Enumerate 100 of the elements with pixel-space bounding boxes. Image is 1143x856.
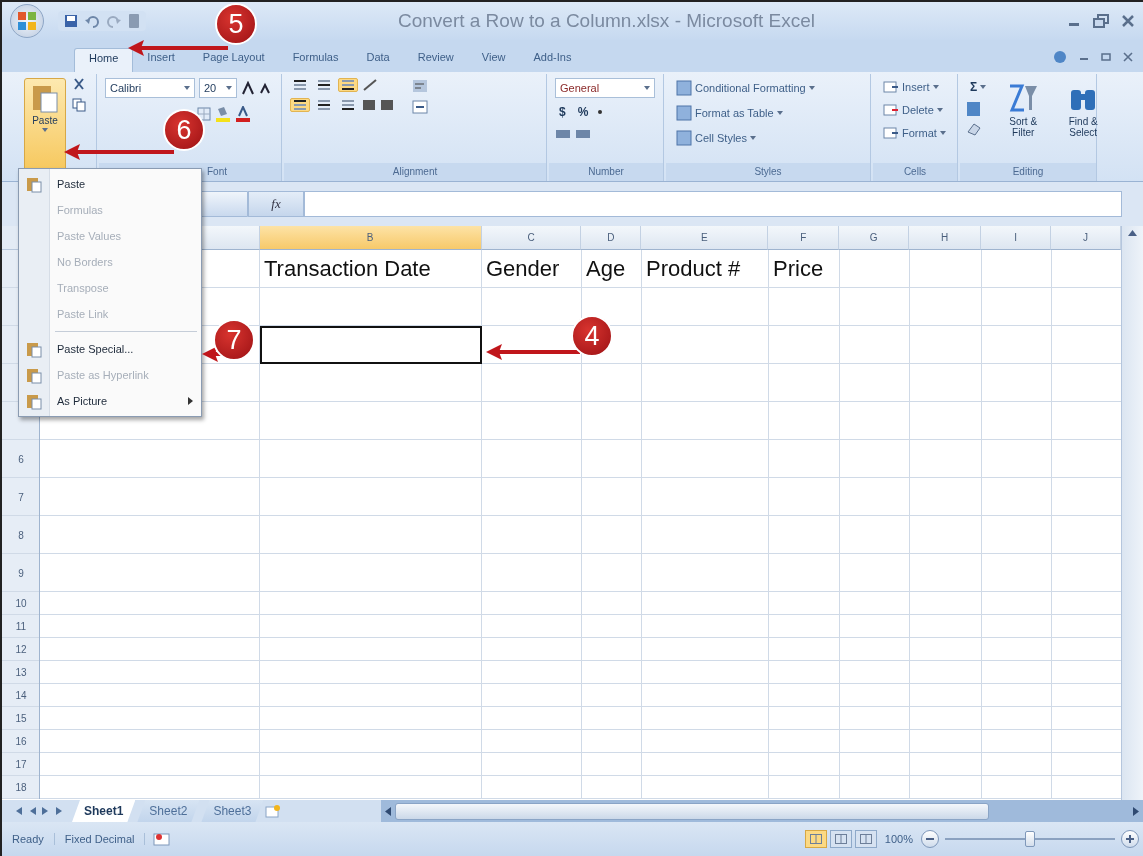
page-break-view-button[interactable]: [854, 830, 877, 848]
menu-item[interactable]: Paste Special...: [19, 336, 201, 362]
record-macro-icon[interactable]: [153, 831, 172, 847]
row-header[interactable]: 13: [15, 667, 27, 678]
cut-icon[interactable]: [72, 78, 86, 92]
insert-cells-icon: [883, 80, 899, 94]
number-style-button[interactable]: %: [573, 103, 593, 121]
comma-style-icon[interactable]: [596, 108, 605, 116]
restore-icon[interactable]: [1093, 14, 1109, 28]
ribbon-tab[interactable]: Formulas: [278, 48, 353, 72]
undo-icon[interactable]: [84, 14, 100, 28]
zoom-slider-thumb[interactable]: [1025, 831, 1035, 847]
horizontal-scrollbar[interactable]: [381, 800, 1143, 822]
borders-icon[interactable]: [197, 107, 211, 121]
column-header[interactable]: B: [259, 226, 482, 250]
row-header[interactable]: 18: [15, 782, 27, 793]
merge-cells-icon[interactable]: [412, 100, 428, 114]
normal-view-button[interactable]: [804, 830, 827, 848]
copy-icon[interactable]: [72, 98, 86, 112]
ribbon-tab[interactable]: Review: [403, 48, 468, 72]
number-style-button[interactable]: $: [555, 103, 570, 121]
caret-icon: [184, 86, 190, 90]
align-button[interactable]: [290, 98, 310, 112]
autosum-button[interactable]: Σ: [966, 78, 991, 96]
page-layout-view-button[interactable]: [829, 830, 852, 848]
restore-icon[interactable]: [1101, 52, 1111, 62]
column-header[interactable]: F: [768, 226, 840, 250]
column-header[interactable]: H: [909, 226, 982, 250]
sheet-tab[interactable]: Sheet3: [201, 800, 264, 822]
column-header[interactable]: D: [581, 226, 642, 250]
column-header[interactable]: I: [981, 226, 1052, 250]
editing-button[interactable]: Find & Select: [1056, 78, 1111, 159]
row-header[interactable]: 15: [15, 713, 27, 724]
cells-button[interactable]: Format: [879, 124, 951, 142]
row-header[interactable]: 6: [18, 453, 24, 465]
sheet-tab[interactable]: Sheet2: [137, 800, 200, 822]
wrap-text-icon[interactable]: [412, 78, 428, 94]
editing-button[interactable]: Sort & Filter: [996, 78, 1051, 159]
styles-button[interactable]: Format as Table: [672, 103, 864, 123]
row-header[interactable]: 14: [15, 690, 27, 701]
office-button[interactable]: [10, 4, 44, 38]
fill-icon[interactable]: [966, 101, 982, 117]
menu-item[interactable]: As Picture: [19, 388, 201, 414]
row-header[interactable]: 7: [18, 491, 24, 503]
cells-button[interactable]: Insert: [879, 78, 951, 96]
font-color-icon[interactable]: [235, 106, 251, 122]
zoom-level[interactable]: 100%: [876, 833, 921, 845]
help-icon[interactable]: [1053, 50, 1067, 64]
ribbon-tab[interactable]: Data: [352, 48, 404, 72]
vertical-scrollbar[interactable]: [1121, 226, 1143, 800]
row-header[interactable]: 17: [15, 759, 27, 770]
ribbon-tab[interactable]: Add-Ins: [519, 48, 586, 72]
align-icon: [318, 80, 330, 90]
grow-font-icon[interactable]: [241, 81, 255, 95]
row-header[interactable]: 12: [15, 644, 27, 655]
cell-styles-icon: [676, 130, 692, 146]
caret-icon: [226, 86, 232, 90]
selected-cell[interactable]: [260, 326, 482, 364]
align-icon: [342, 100, 354, 110]
close-icon[interactable]: [1123, 52, 1133, 62]
column-header[interactable]: J: [1051, 226, 1121, 250]
previous-sheet-icon[interactable]: [28, 807, 36, 815]
font-name-field[interactable]: Calibri: [105, 78, 195, 98]
styles-button[interactable]: Conditional Formatting: [672, 78, 864, 98]
close-icon[interactable]: [1121, 14, 1135, 28]
column-header[interactable]: G: [839, 226, 910, 250]
cells-button[interactable]: Delete: [879, 101, 951, 119]
row-header[interactable]: 8: [18, 529, 24, 541]
font-size-field[interactable]: 20: [199, 78, 237, 98]
zoom-out-button[interactable]: [921, 830, 939, 848]
formula-input[interactable]: [304, 191, 1122, 217]
shrink-font-icon[interactable]: [259, 82, 271, 94]
fill-color-icon[interactable]: [215, 106, 231, 122]
ribbon-tab[interactable]: Insert: [133, 48, 189, 72]
column-header[interactable]: C: [481, 226, 582, 250]
zoom-in-button[interactable]: [1121, 830, 1139, 848]
row-header[interactable]: 16: [15, 736, 27, 747]
ribbon-tab[interactable]: Page Layout: [188, 48, 279, 72]
number-format-field[interactable]: General: [555, 78, 655, 98]
first-sheet-icon[interactable]: [14, 807, 22, 815]
eraser-icon[interactable]: [966, 122, 982, 136]
save-icon[interactable]: [64, 14, 78, 28]
office-logo: [17, 11, 37, 31]
last-sheet-icon[interactable]: [56, 807, 64, 815]
row-header[interactable]: 11: [15, 621, 27, 632]
row-header[interactable]: 9: [18, 567, 24, 579]
ribbon-tab[interactable]: View: [467, 48, 520, 72]
insert-function-button[interactable]: fx: [248, 191, 304, 217]
row-header[interactable]: 10: [15, 598, 27, 609]
decrease-indent-icon[interactable]: [362, 99, 376, 111]
next-sheet-icon[interactable]: [42, 807, 50, 815]
group-label: Font: [207, 166, 227, 177]
align-icon: [318, 100, 330, 110]
sheet-tab[interactable]: Sheet1: [72, 800, 136, 822]
align-button[interactable]: [338, 78, 358, 92]
column-header[interactable]: E: [641, 226, 769, 250]
styles-button[interactable]: Cell Styles: [672, 128, 864, 148]
group-label: Editing: [960, 163, 1096, 181]
increase-indent-icon[interactable]: [380, 99, 394, 111]
ribbon-tab[interactable]: Home: [74, 48, 134, 72]
